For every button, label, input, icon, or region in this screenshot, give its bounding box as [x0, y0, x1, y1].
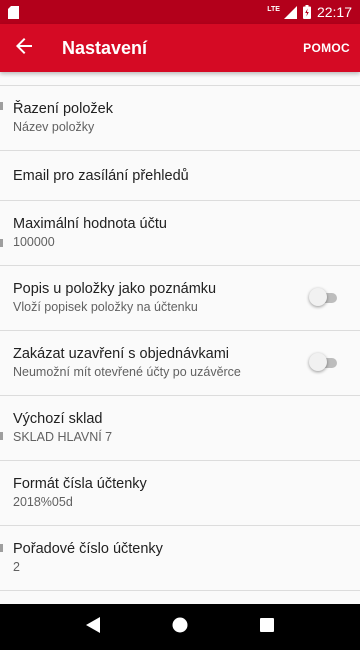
setting-title: Zakázat uzavření s objednávkami — [13, 346, 229, 362]
battery-charging-icon — [302, 5, 311, 19]
nav-home-button[interactable] — [160, 607, 200, 647]
recents-square-icon — [259, 617, 274, 637]
setting-title: Email pro zasílání přehledů — [13, 167, 189, 184]
nav-recents-button[interactable] — [247, 607, 287, 647]
setting-item-max-bill-value[interactable]: Maximální hodnota účtu 100000 — [0, 201, 360, 266]
setting-title: Pořadové číslo účtenky — [13, 541, 163, 557]
nav-back-button[interactable] — [73, 607, 113, 647]
setting-title: Maximální hodnota účtu — [13, 216, 167, 232]
setting-item-report-email[interactable]: Email pro zasílání přehledů — [0, 151, 360, 201]
setting-description: Neumožní mít otevřené účty po uzávěrce — [13, 365, 241, 379]
setting-value: SKLAD HLAVNÍ 7 — [13, 430, 113, 444]
scroll-edge-mark — [0, 239, 3, 247]
network-type-label: LTE — [267, 6, 280, 13]
disable-closing-toggle[interactable] — [309, 353, 339, 371]
setting-title: Výchozí sklad — [13, 411, 103, 427]
settings-list[interactable]: Řazení položek Název položky Email pro z… — [0, 72, 360, 604]
setting-title: Řazení položek — [13, 101, 113, 117]
toggle-thumb — [309, 353, 327, 371]
signal-icon — [283, 5, 297, 19]
help-button[interactable]: POMOC — [293, 24, 360, 72]
system-navigation-bar — [0, 604, 360, 650]
page-title: Nastavení — [62, 37, 148, 58]
setting-value: 2 — [13, 560, 20, 574]
setting-value: 100000 — [13, 235, 55, 249]
sd-card-icon — [8, 5, 19, 19]
setting-description: Vloží popisek položky na účtenku — [13, 300, 198, 314]
scroll-edge-mark — [0, 102, 3, 110]
setting-title: Formát čísla účtenky — [13, 476, 147, 492]
scroll-edge-mark — [0, 544, 3, 552]
toggle-thumb — [309, 288, 327, 306]
setting-item-description-as-note[interactable]: Popis u položky jako poznámku Vloží popi… — [0, 266, 360, 331]
setting-item-sorting[interactable]: Řazení položek Název položky — [0, 86, 360, 151]
setting-item-receipt-number-format[interactable]: Formát čísla účtenky 2018%05d — [0, 461, 360, 526]
back-button[interactable] — [0, 24, 48, 72]
list-divider — [0, 72, 360, 86]
back-triangle-icon — [86, 616, 101, 638]
home-circle-icon — [172, 617, 188, 638]
setting-value: 2018%05d — [13, 495, 73, 509]
setting-item-receipt-sequence-number[interactable]: Pořadové číslo účtenky 2 — [0, 526, 360, 591]
setting-item-disable-closing-with-orders[interactable]: Zakázat uzavření s objednávkami Neumožní… — [0, 331, 360, 396]
setting-item-default-warehouse[interactable]: Výchozí sklad SKLAD HLAVNÍ 7 — [0, 396, 360, 461]
setting-value: Název položky — [13, 120, 95, 134]
status-bar: LTE 22:17 — [0, 0, 360, 24]
clock-time: 22:17 — [316, 4, 352, 20]
setting-title: Popis u položky jako poznámku — [13, 281, 217, 297]
scroll-edge-mark — [0, 432, 3, 440]
arrow-back-icon — [16, 37, 32, 59]
app-bar: Nastavení POMOC — [0, 24, 360, 72]
description-note-toggle[interactable] — [309, 288, 339, 306]
